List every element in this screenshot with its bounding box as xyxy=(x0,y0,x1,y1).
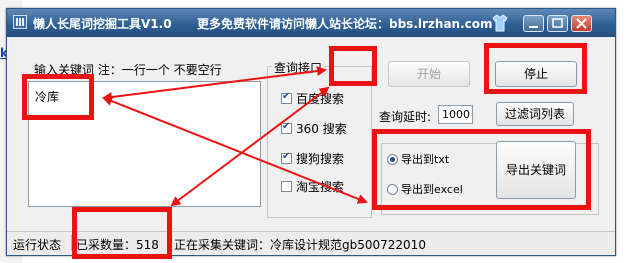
taobao-label[interactable]: 淘宝搜索 xyxy=(296,178,344,195)
baidu-checkbox[interactable] xyxy=(281,91,292,104)
run-state-label: 运行状态 xyxy=(13,238,62,252)
close-icon xyxy=(576,18,587,29)
collected-count: 已采数量：518 xyxy=(76,238,159,252)
close-button[interactable] xyxy=(571,15,592,32)
minimize-icon xyxy=(529,26,538,28)
skin-shirt-icon[interactable] xyxy=(492,14,508,32)
keywords-textarea[interactable]: 冷库 xyxy=(28,81,261,207)
export-keywords-button[interactable]: 导出关键词 xyxy=(496,141,576,199)
forum-ad-text[interactable]: 更多免费软件请访问懒人站长论坛：bbs.lrzhan.com xyxy=(197,15,493,32)
sogou-checkbox[interactable] xyxy=(281,151,292,164)
export-excel-label[interactable]: 导出到excel xyxy=(401,181,463,197)
maximize-button[interactable] xyxy=(547,15,568,32)
status-bar: 运行状态 已采数量：518 正在采集关键词：冷库设计规范gb500722010 xyxy=(7,231,615,254)
export-excel-radio[interactable] xyxy=(387,184,398,195)
taobao-checkbox[interactable] xyxy=(281,181,292,192)
so360-label[interactable]: 360 搜索 xyxy=(296,120,347,137)
app-window: 懒人长尾词挖掘工具V1.0 更多免费软件请访问懒人站长论坛：bbs.lrzhan… xyxy=(6,8,616,256)
keywords-label: 输入关键词 注：一行一个 不要空行 xyxy=(34,63,222,77)
title-bar[interactable]: 懒人长尾词挖掘工具V1.0 更多免费软件请访问懒人站长论坛：bbs.lrzhan… xyxy=(7,9,615,37)
baidu-label[interactable]: 百度搜索 xyxy=(296,90,344,107)
current-keyword-status: 正在采集关键词：冷库设计规范gb500722010 xyxy=(174,238,426,252)
filter-list-button[interactable]: 过滤词列表 xyxy=(496,102,574,126)
sogou-label[interactable]: 搜狗搜索 xyxy=(296,150,344,167)
window-title: 懒人长尾词挖掘工具V1.0 xyxy=(33,17,172,31)
app-icon xyxy=(13,15,27,29)
export-txt-radio[interactable] xyxy=(387,154,398,165)
delay-input[interactable]: 1000 xyxy=(438,105,473,124)
delay-label: 查询延时: xyxy=(379,110,432,124)
start-button[interactable]: 开始 xyxy=(388,61,470,87)
api-groupbox xyxy=(267,66,372,218)
stop-button[interactable]: 停止 xyxy=(495,61,577,87)
status-separator xyxy=(71,235,72,251)
so360-checkbox[interactable] xyxy=(281,121,292,134)
api-group-title: 查询接口 xyxy=(272,59,325,76)
export-txt-label[interactable]: 导出到txt xyxy=(401,151,449,167)
status-separator xyxy=(170,235,171,251)
minimize-button[interactable] xyxy=(523,15,544,32)
maximize-icon xyxy=(552,18,563,28)
keywords-value: 冷库 xyxy=(35,90,60,104)
